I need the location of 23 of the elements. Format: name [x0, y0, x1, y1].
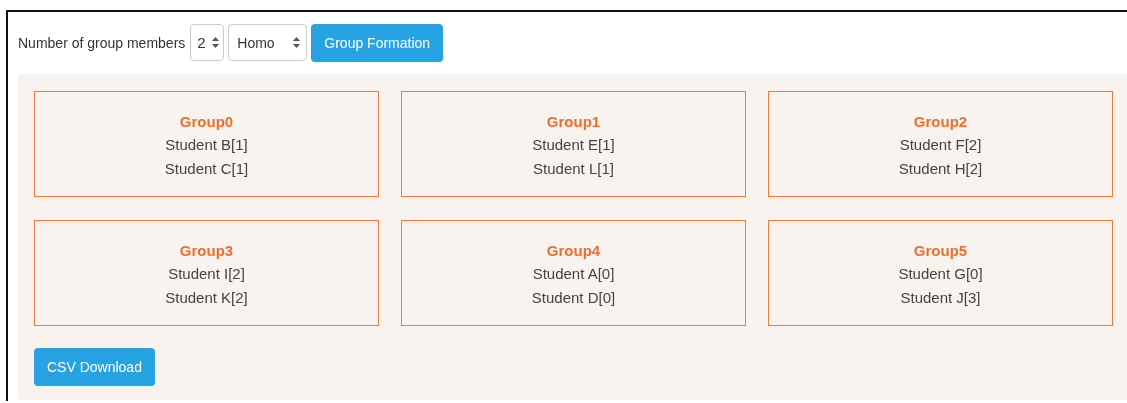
student-name: Student I[2] [168, 263, 245, 284]
student-name: Student H[2] [898, 158, 983, 179]
group-title: Group4 [546, 240, 601, 261]
student-name: Student C[1] [164, 158, 249, 179]
student-name: Student E[1] [532, 134, 615, 155]
student-name: Student G[0] [898, 263, 983, 284]
student-name: Student F[2] [899, 134, 982, 155]
stepper-icon [212, 37, 220, 48]
group-title: Group1 [546, 111, 601, 132]
student-name: Student B[1] [165, 134, 248, 155]
mode-select[interactable]: Homo [228, 24, 308, 61]
members-label: Number of group members [18, 34, 186, 51]
group-title: Group2 [913, 111, 968, 132]
student-name: Student D[0] [531, 287, 616, 308]
members-select[interactable]: 2 [190, 24, 225, 61]
group-title: Group0 [179, 111, 234, 132]
student-name: Student L[1] [533, 158, 614, 179]
group-title: Group5 [913, 240, 968, 261]
stepper-icon [293, 37, 301, 48]
student-name: Student A[0] [532, 263, 615, 284]
group-title: Group3 [179, 240, 234, 261]
student-name: Student J[3] [900, 287, 981, 308]
student-name: Student K[2] [165, 287, 248, 308]
